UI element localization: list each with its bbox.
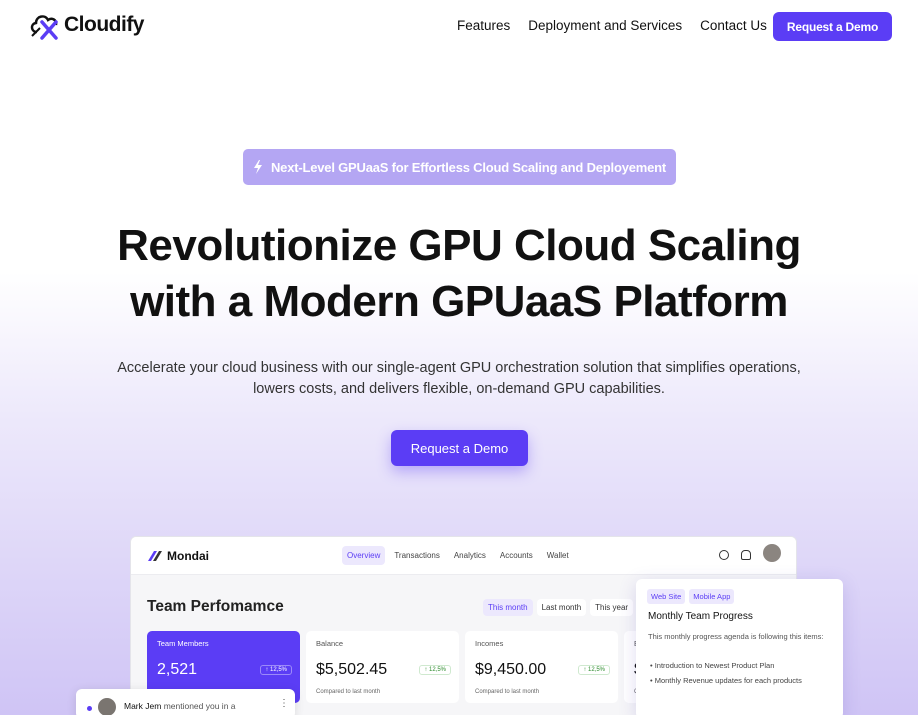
stat-card-balance: Balance $5,502.45 ↑ 12,5% Compared to la… [306, 631, 459, 703]
stat-value: $5,502.45 [316, 661, 388, 678]
gear-icon[interactable] [719, 550, 729, 560]
hero-badge: Next-Level GPUaaS for Effortless Cloud S… [243, 149, 676, 185]
list-item: Monthly Revenue updates for each product… [650, 673, 802, 688]
mention-notification[interactable]: Mark Jem mentioned you in a ⋮ [76, 689, 295, 715]
team-progress-popup: Web Site Mobile App Monthly Team Progres… [636, 579, 843, 715]
mention-text: Mark Jem mentioned you in a [124, 701, 236, 711]
lightning-icon [253, 160, 262, 174]
dashboard-logo: Mondai [148, 549, 209, 563]
popup-description: This monthly progress agenda is followin… [648, 632, 824, 641]
cloud-x-logo-icon [28, 10, 62, 40]
brand-logo[interactable]: Cloudify [28, 10, 145, 40]
hero-badge-text: Next-Level GPUaaS for Effortless Cloud S… [270, 159, 667, 175]
unread-dot-icon [87, 706, 92, 711]
dash-tab-overview[interactable]: Overview [342, 546, 386, 565]
list-item: Introduction to Newest Product Plan [650, 658, 802, 673]
period-selector: This month Last month This year [483, 599, 634, 616]
bell-icon[interactable] [741, 550, 751, 560]
hero-subtitle-line-2: lowers costs, and delivers flexible, on-… [253, 381, 665, 397]
mention-message: mentioned you in a [163, 701, 236, 711]
nav-link-contact[interactable]: Contact Us [700, 18, 767, 33]
period-this-year[interactable]: This year [590, 599, 634, 616]
nav-request-demo-button[interactable]: Request a Demo [773, 12, 892, 41]
dashboard-topbar: Mondai Overview Transactions Analytics A… [131, 537, 796, 575]
brand-name: Cloudify [64, 13, 145, 36]
top-navbar: Cloudify Features Deployment and Service… [0, 0, 918, 54]
avatar [98, 698, 116, 715]
hero-subtitle-line-1: Accelerate your cloud business with our … [117, 360, 801, 376]
mention-name: Mark Jem [124, 701, 162, 711]
more-options-icon[interactable]: ⋮ [279, 698, 289, 709]
dash-tab-transactions[interactable]: Transactions [389, 546, 445, 565]
stat-label: Balance [316, 639, 344, 648]
hero-request-demo-button[interactable]: Request a Demo [391, 430, 528, 466]
stat-change: ↑ 12,5% [419, 665, 451, 675]
nav-link-deployment[interactable]: Deployment and Services [528, 18, 682, 33]
dash-tab-accounts[interactable]: Accounts [495, 546, 538, 565]
tag-web-site[interactable]: Web Site [647, 589, 686, 604]
dashboard-actions [719, 544, 781, 562]
stat-change: ↑ 12,5% [578, 665, 610, 675]
popup-title: Monthly Team Progress [648, 611, 753, 622]
dashboard-tabs: Overview Transactions Analytics Accounts… [342, 546, 574, 565]
stat-value: $9,450.00 [475, 661, 547, 678]
nav-links: Features Deployment and Services Contact… [457, 18, 767, 33]
hero-title-line-1: Revolutionize GPU Cloud Scaling [117, 221, 801, 270]
hero-title-line-2: with a Modern GPUaaS Platform [130, 277, 788, 326]
stat-change: ↑ 12,5% [260, 665, 292, 675]
stat-compare: Compared to last month [316, 689, 381, 695]
hero-title: Revolutionize GPU Cloud Scaling with a M… [0, 218, 918, 330]
stat-label: Incomes [475, 639, 504, 648]
tag-mobile-app[interactable]: Mobile App [689, 589, 735, 604]
section-title: Team Perfomamce [147, 598, 284, 615]
popup-items: Introduction to Newest Product Plan Mont… [650, 658, 802, 688]
period-last-month[interactable]: Last month [536, 599, 587, 616]
hero-subtitle: Accelerate your cloud business with our … [100, 358, 818, 400]
period-this-month[interactable]: This month [483, 599, 533, 616]
stat-value: 2,521 [157, 661, 198, 678]
dashboard-app-name: Mondai [167, 549, 209, 563]
mondai-logo-icon [148, 551, 162, 561]
stat-label: Team Members [157, 639, 209, 648]
dash-tab-wallet[interactable]: Wallet [542, 546, 574, 565]
dash-tab-analytics[interactable]: Analytics [449, 546, 491, 565]
popup-tags: Web Site Mobile App [647, 589, 735, 604]
stat-card-incomes: Incomes $9,450.00 ↑ 12,5% Compared to la… [465, 631, 618, 703]
avatar[interactable] [763, 544, 781, 562]
stat-compare: Compared to last month [475, 689, 540, 695]
nav-link-features[interactable]: Features [457, 18, 510, 33]
